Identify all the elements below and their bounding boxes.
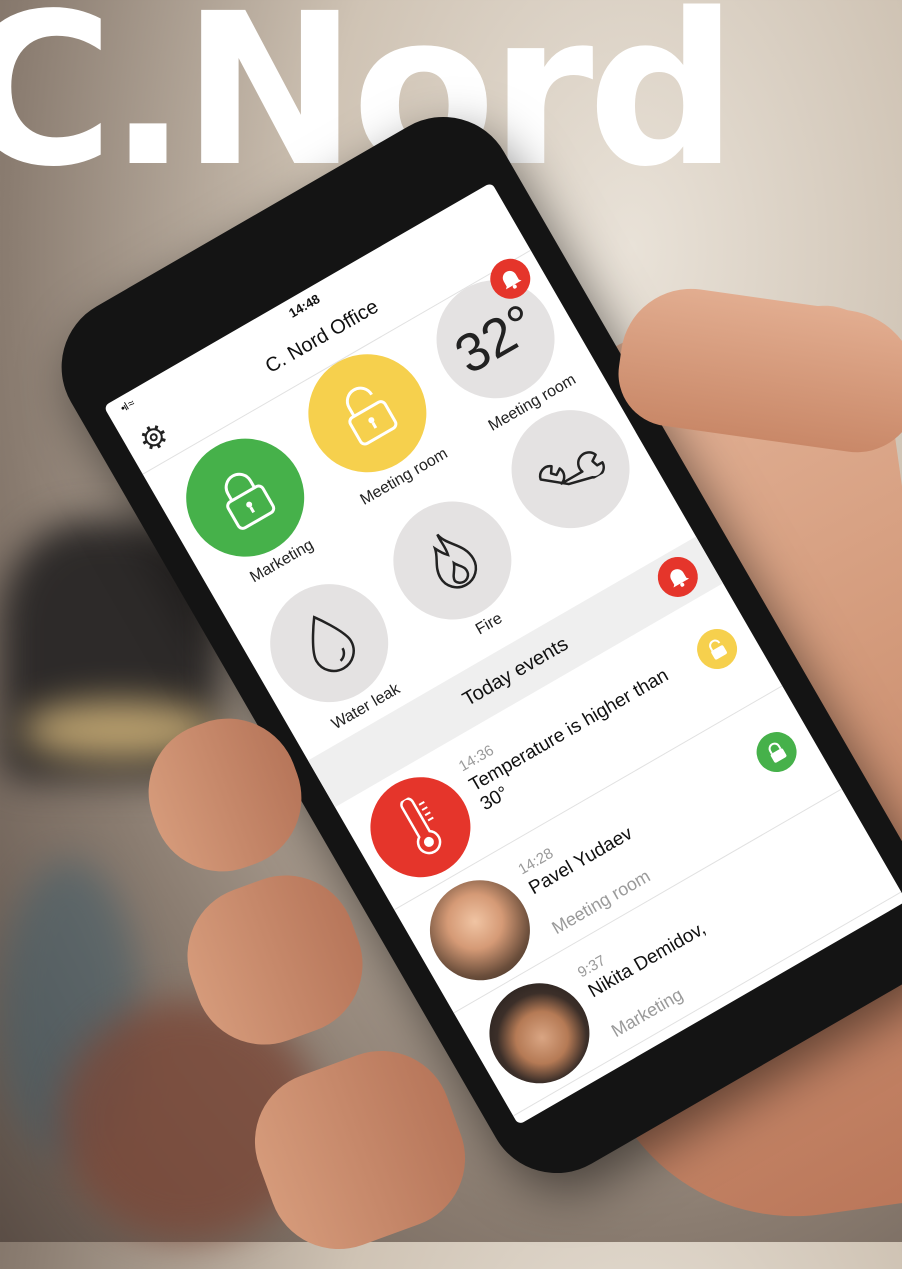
temperature-value: 32° [445, 292, 546, 386]
event-subtitle: Marketing [607, 984, 687, 1042]
lock-closed-icon [749, 724, 804, 780]
lock-open-icon [689, 621, 745, 677]
bell-icon[interactable] [650, 549, 706, 605]
